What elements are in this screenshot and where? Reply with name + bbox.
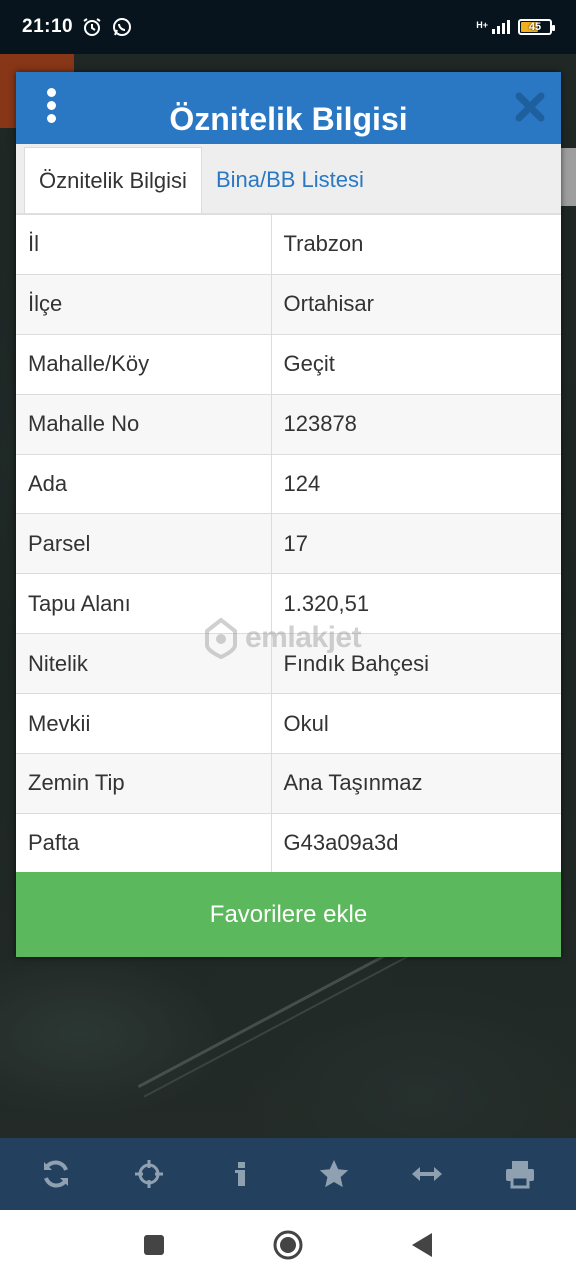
watermark-text: emlakjet bbox=[245, 621, 362, 654]
attribute-value: Ana Taşınmaz bbox=[270, 753, 561, 814]
attribute-key: Zemin Tip bbox=[16, 753, 272, 814]
watermark: emlakjet bbox=[203, 617, 362, 659]
attribute-value: 17 bbox=[270, 513, 561, 575]
attribute-value: G43a09a3d bbox=[270, 812, 561, 874]
back-button[interactable] bbox=[405, 1228, 439, 1262]
attribute-value: Geçit bbox=[270, 333, 561, 395]
attribute-key: Parsel bbox=[16, 513, 272, 575]
recent-apps-button[interactable] bbox=[137, 1228, 171, 1262]
status-time: 21:10 bbox=[22, 16, 74, 37]
battery-level: 45 bbox=[528, 21, 542, 33]
attribute-table: İl Trabzon İlçe Ortahisar Mahalle/Köy Geçit Ma… bbox=[16, 214, 561, 874]
attribute-key: Mevkii bbox=[16, 693, 272, 755]
map-toolbar bbox=[0, 1138, 576, 1210]
home-button[interactable] bbox=[271, 1228, 305, 1262]
tab-attribute-info[interactable]: Öznitelik Bilgisi bbox=[24, 147, 202, 213]
system-nav-bar bbox=[0, 1210, 576, 1280]
menu-dots-icon[interactable] bbox=[44, 88, 58, 126]
battery-icon: 45 bbox=[518, 19, 555, 35]
dialog-header: Öznitelik Bilgisi bbox=[16, 72, 561, 144]
table-row: İl Trabzon bbox=[16, 214, 561, 275]
table-row: Ada 124 bbox=[16, 453, 561, 515]
attribute-key: İl bbox=[16, 214, 272, 275]
attribute-value: Ortahisar bbox=[270, 273, 561, 335]
attribute-key: Mahalle No bbox=[16, 393, 272, 455]
attribute-value: Trabzon bbox=[270, 214, 561, 275]
measure-icon[interactable] bbox=[407, 1154, 447, 1194]
dialog-title: Öznitelik Bilgisi bbox=[169, 101, 408, 137]
table-row: Parsel 17 bbox=[16, 513, 561, 575]
table-row: Mevkii Okul bbox=[16, 693, 561, 755]
attribute-key: Mahalle/Köy bbox=[16, 333, 272, 395]
table-row: Mahalle/Köy Geçit bbox=[16, 333, 561, 395]
close-icon[interactable] bbox=[513, 90, 547, 124]
table-row: Mahalle No 123878 bbox=[16, 393, 561, 455]
attribute-key: İlçe bbox=[16, 273, 272, 335]
alarm-icon bbox=[81, 16, 103, 38]
attribute-value: Okul bbox=[270, 693, 561, 755]
print-icon[interactable] bbox=[500, 1154, 540, 1194]
table-row: Pafta G43a09a3d bbox=[16, 812, 561, 874]
attribute-key: Ada bbox=[16, 453, 272, 515]
network-type: H+ bbox=[476, 20, 488, 30]
status-bar: 21:10 H+ 45 bbox=[0, 0, 576, 54]
add-favorite-button[interactable]: Favorilere ekle bbox=[16, 872, 561, 957]
attribute-dialog: Öznitelik Bilgisi Öznitelik Bilgisi Bina… bbox=[16, 72, 561, 957]
info-icon[interactable] bbox=[222, 1154, 262, 1194]
table-row: Zemin Tip Ana Taşınmaz bbox=[16, 753, 561, 814]
watermark-logo-icon bbox=[205, 617, 237, 659]
attribute-value: 123878 bbox=[270, 393, 561, 455]
tab-bar: Öznitelik Bilgisi Bina/BB Listesi bbox=[16, 144, 561, 214]
star-icon[interactable] bbox=[314, 1154, 354, 1194]
refresh-icon[interactable] bbox=[36, 1154, 76, 1194]
locate-icon[interactable] bbox=[129, 1154, 169, 1194]
whatsapp-icon bbox=[111, 16, 133, 38]
signal-icon: H+ bbox=[476, 20, 510, 34]
attribute-key: Pafta bbox=[16, 812, 272, 874]
attribute-value: 124 bbox=[270, 453, 561, 515]
tab-building-list[interactable]: Bina/BB Listesi bbox=[202, 147, 378, 213]
table-row: İlçe Ortahisar bbox=[16, 273, 561, 335]
